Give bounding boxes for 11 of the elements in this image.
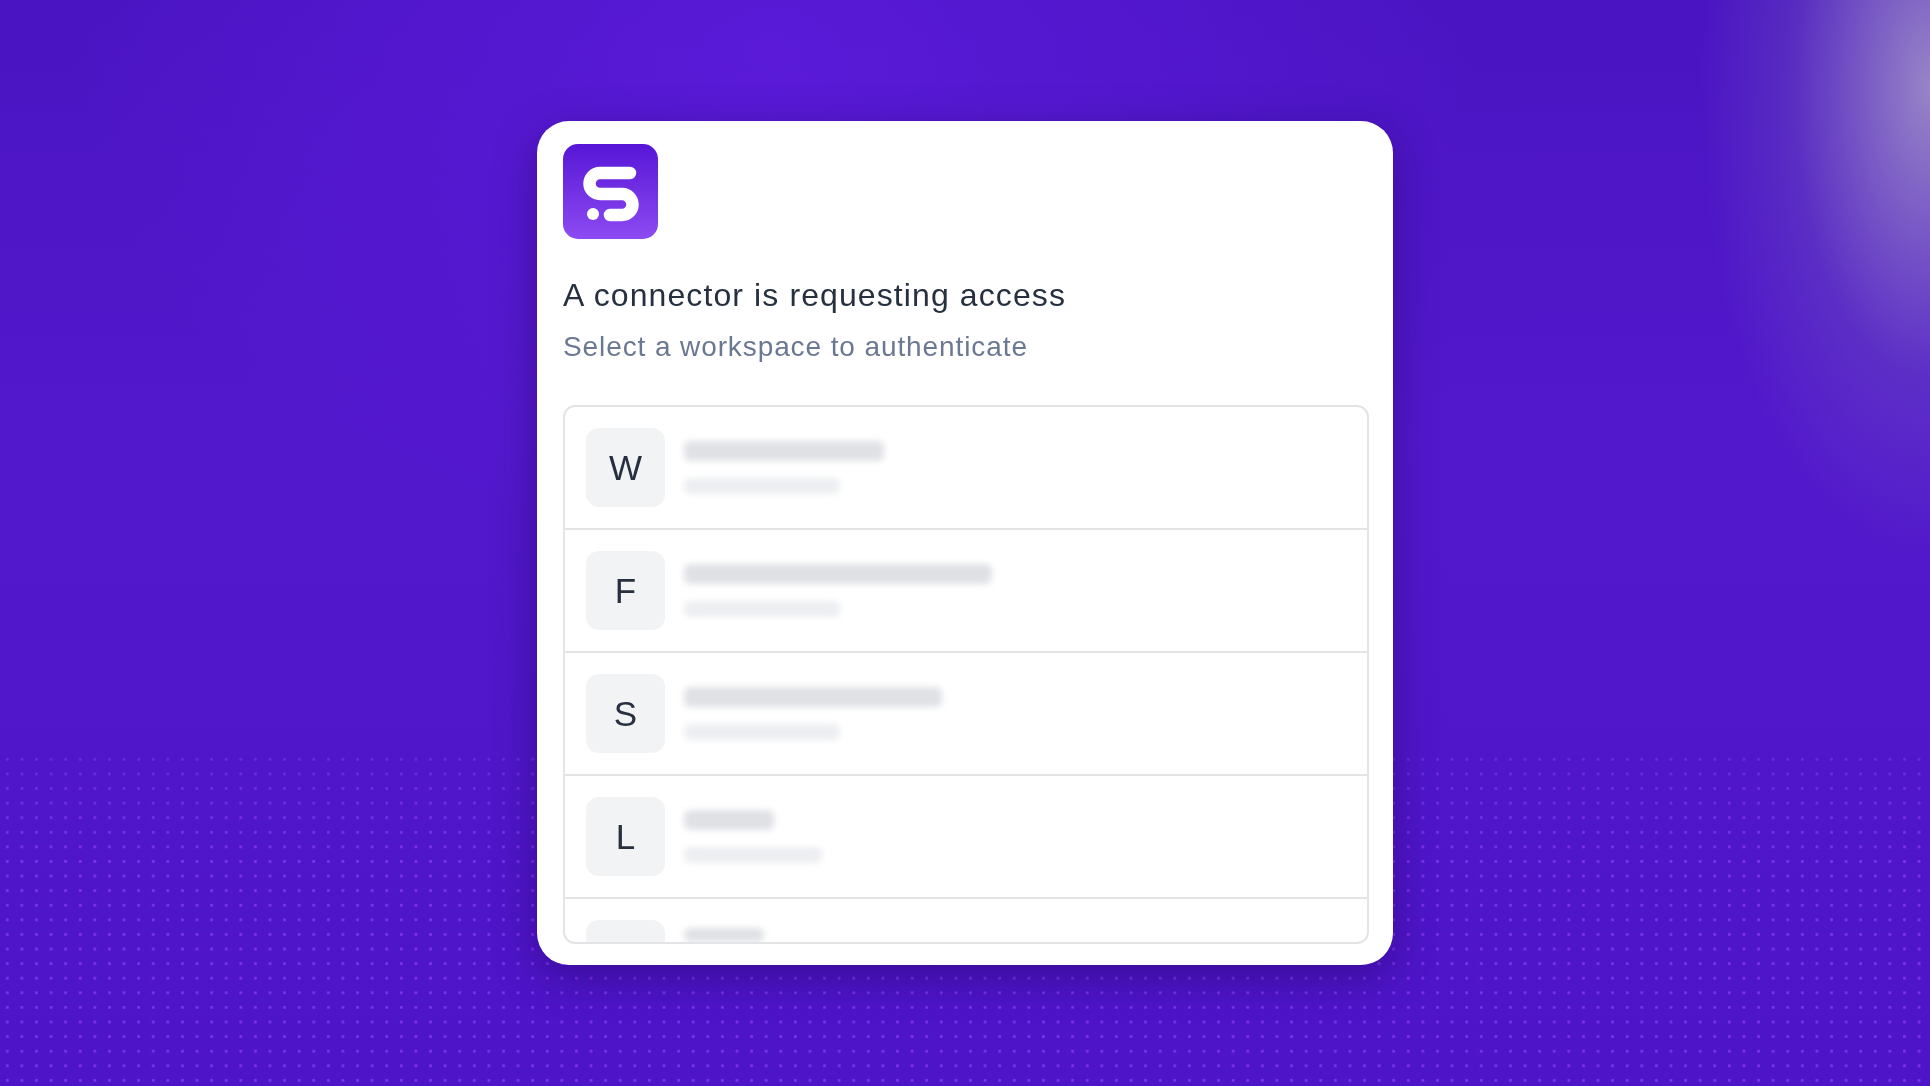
workspace-row[interactable]: W [565, 407, 1367, 530]
workspace-row[interactable]: F [565, 530, 1367, 653]
workspace-row[interactable]: S [565, 653, 1367, 776]
workspace-avatar: W [586, 428, 665, 507]
logo-icon [563, 144, 658, 239]
dialog-title: A connector is requesting access [563, 277, 1066, 313]
workspace-avatar: F [586, 551, 665, 630]
workspace-avatar: L [586, 797, 665, 876]
workspace-row[interactable]: L [565, 776, 1367, 899]
dialog-subtitle: Select a workspace to authenticate [563, 331, 1028, 363]
workspace-avatar: S [586, 674, 665, 753]
